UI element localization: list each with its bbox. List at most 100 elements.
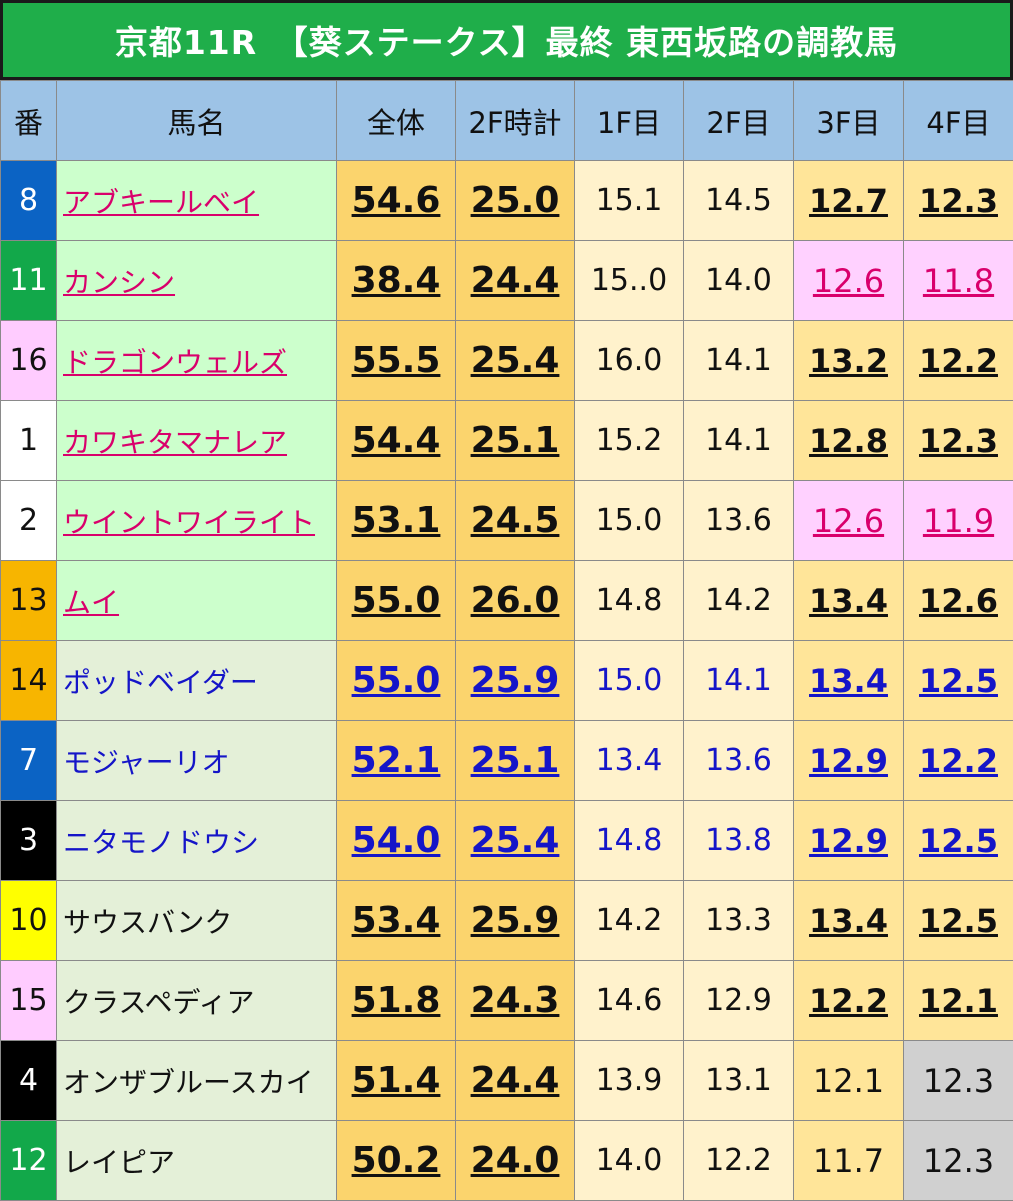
split-4f: 11.8 <box>904 241 1013 321</box>
header-2f-time: 2F時計 <box>456 81 575 161</box>
split-3f: 12.9 <box>794 721 904 801</box>
horse-name: レイピア <box>63 1146 175 1179</box>
split-2f: 13.6 <box>684 721 794 801</box>
horse-name-cell: ウイントワイライト <box>57 481 337 561</box>
horse-number: 8 <box>1 161 57 241</box>
two-furlong-time: 25.1 <box>456 721 575 801</box>
horse-name: モジャーリオ <box>63 746 230 779</box>
horse-number: 3 <box>1 801 57 881</box>
split-4f: 12.3 <box>904 401 1013 481</box>
split-2f: 14.2 <box>684 561 794 641</box>
split-1f: 16.0 <box>575 321 684 401</box>
horse-name-cell: レイピア <box>57 1121 337 1201</box>
horse-name[interactable]: アブキールベイ <box>63 186 259 219</box>
table-title: 京都11R 【葵ステークス】最終 東西坂路の調教馬 <box>0 0 1013 80</box>
split-2f: 14.1 <box>684 401 794 481</box>
total-time: 51.4 <box>337 1041 456 1121</box>
split-2f: 13.6 <box>684 481 794 561</box>
two-furlong-time: 25.4 <box>456 801 575 881</box>
split-2f: 12.9 <box>684 961 794 1041</box>
split-4f: 12.6 <box>904 561 1013 641</box>
table-row: 11カンシン38.424.415..014.012.611.8 <box>1 241 1013 321</box>
horse-name[interactable]: カンシン <box>63 266 175 299</box>
horse-number: 7 <box>1 721 57 801</box>
two-furlong-time: 24.4 <box>456 241 575 321</box>
split-3f: 12.9 <box>794 801 904 881</box>
table-row: 8アブキールベイ 54.625.015.114.512.712.3 <box>1 161 1013 241</box>
two-furlong-time: 25.4 <box>456 321 575 401</box>
split-2f: 14.5 <box>684 161 794 241</box>
split-4f: 12.3 <box>904 1041 1013 1121</box>
split-4f: 12.2 <box>904 321 1013 401</box>
total-time: 53.1 <box>337 481 456 561</box>
horse-name-cell: ポッドベイダー <box>57 641 337 721</box>
table-row: 2ウイントワイライト53.124.515.013.612.611.9 <box>1 481 1013 561</box>
split-2f: 13.1 <box>684 1041 794 1121</box>
split-1f: 14.8 <box>575 801 684 881</box>
total-time: 51.8 <box>337 961 456 1041</box>
header-total: 全体 <box>337 81 456 161</box>
table-row: 14ポッドベイダー55.025.915.014.113.412.5 <box>1 641 1013 721</box>
table-row: 3ニタモノドウシ54.025.414.813.812.912.5 <box>1 801 1013 881</box>
header-2f: 2F目 <box>684 81 794 161</box>
split-4f: 11.9 <box>904 481 1013 561</box>
split-3f: 13.4 <box>794 641 904 721</box>
split-1f: 14.2 <box>575 881 684 961</box>
split-2f: 12.2 <box>684 1121 794 1201</box>
horse-name-cell: ドラゴンウェルズ <box>57 321 337 401</box>
two-furlong-time: 25.0 <box>456 161 575 241</box>
split-2f: 14.1 <box>684 321 794 401</box>
split-4f: 12.3 <box>904 1121 1013 1201</box>
split-3f: 12.2 <box>794 961 904 1041</box>
horse-number: 10 <box>1 881 57 961</box>
horse-number: 13 <box>1 561 57 641</box>
training-times-table: 番 馬名 全体 2F時計 1F目 2F目 3F目 4F目 8アブキールベイ 54.… <box>0 80 1013 1201</box>
split-4f: 12.1 <box>904 961 1013 1041</box>
split-1f: 14.8 <box>575 561 684 641</box>
horse-name-cell: アブキールベイ <box>57 161 337 241</box>
horse-name[interactable]: ウイントワイライト <box>63 506 315 539</box>
split-4f: 12.5 <box>904 881 1013 961</box>
horse-name-cell: サウスバンク <box>57 881 337 961</box>
header-3f: 3F目 <box>794 81 904 161</box>
two-furlong-time: 24.3 <box>456 961 575 1041</box>
split-3f: 13.4 <box>794 561 904 641</box>
two-furlong-time: 24.0 <box>456 1121 575 1201</box>
total-time: 54.6 <box>337 161 456 241</box>
split-3f: 12.7 <box>794 161 904 241</box>
horse-name-cell: モジャーリオ <box>57 721 337 801</box>
table-row: 15クラスペディア51.824.314.612.912.212.1 <box>1 961 1013 1041</box>
split-1f: 13.4 <box>575 721 684 801</box>
header-4f: 4F目 <box>904 81 1013 161</box>
horse-name[interactable]: ムイ <box>63 586 119 619</box>
split-2f: 14.0 <box>684 241 794 321</box>
split-1f: 15.2 <box>575 401 684 481</box>
horse-name[interactable]: カワキタマナレア <box>63 426 287 459</box>
horse-name-cell: ニタモノドウシ <box>57 801 337 881</box>
table-row: 16ドラゴンウェルズ55.525.416.014.113.212.2 <box>1 321 1013 401</box>
split-4f: 12.3 <box>904 161 1013 241</box>
total-time: 52.1 <box>337 721 456 801</box>
split-2f: 14.1 <box>684 641 794 721</box>
two-furlong-time: 24.5 <box>456 481 575 561</box>
split-1f: 15.0 <box>575 641 684 721</box>
split-3f: 12.6 <box>794 241 904 321</box>
horse-number: 11 <box>1 241 57 321</box>
horse-number: 14 <box>1 641 57 721</box>
horse-name-cell: オンザブルースカイ <box>57 1041 337 1121</box>
horse-name[interactable]: ドラゴンウェルズ <box>63 346 287 379</box>
split-1f: 15.1 <box>575 161 684 241</box>
horse-name: オンザブルースカイ <box>63 1066 314 1099</box>
header-row: 番 馬名 全体 2F時計 1F目 2F目 3F目 4F目 <box>1 81 1013 161</box>
total-time: 54.0 <box>337 801 456 881</box>
table-row: 13ムイ55.026.014.814.213.412.6 <box>1 561 1013 641</box>
horse-name: ポッドベイダー <box>63 666 258 699</box>
total-time: 38.4 <box>337 241 456 321</box>
split-3f: 13.2 <box>794 321 904 401</box>
two-furlong-time: 24.4 <box>456 1041 575 1121</box>
two-furlong-time: 26.0 <box>456 561 575 641</box>
split-2f: 13.3 <box>684 881 794 961</box>
table-row: 12レイピア50.224.014.012.211.712.3 <box>1 1121 1013 1201</box>
split-3f: 11.7 <box>794 1121 904 1201</box>
split-3f: 12.8 <box>794 401 904 481</box>
